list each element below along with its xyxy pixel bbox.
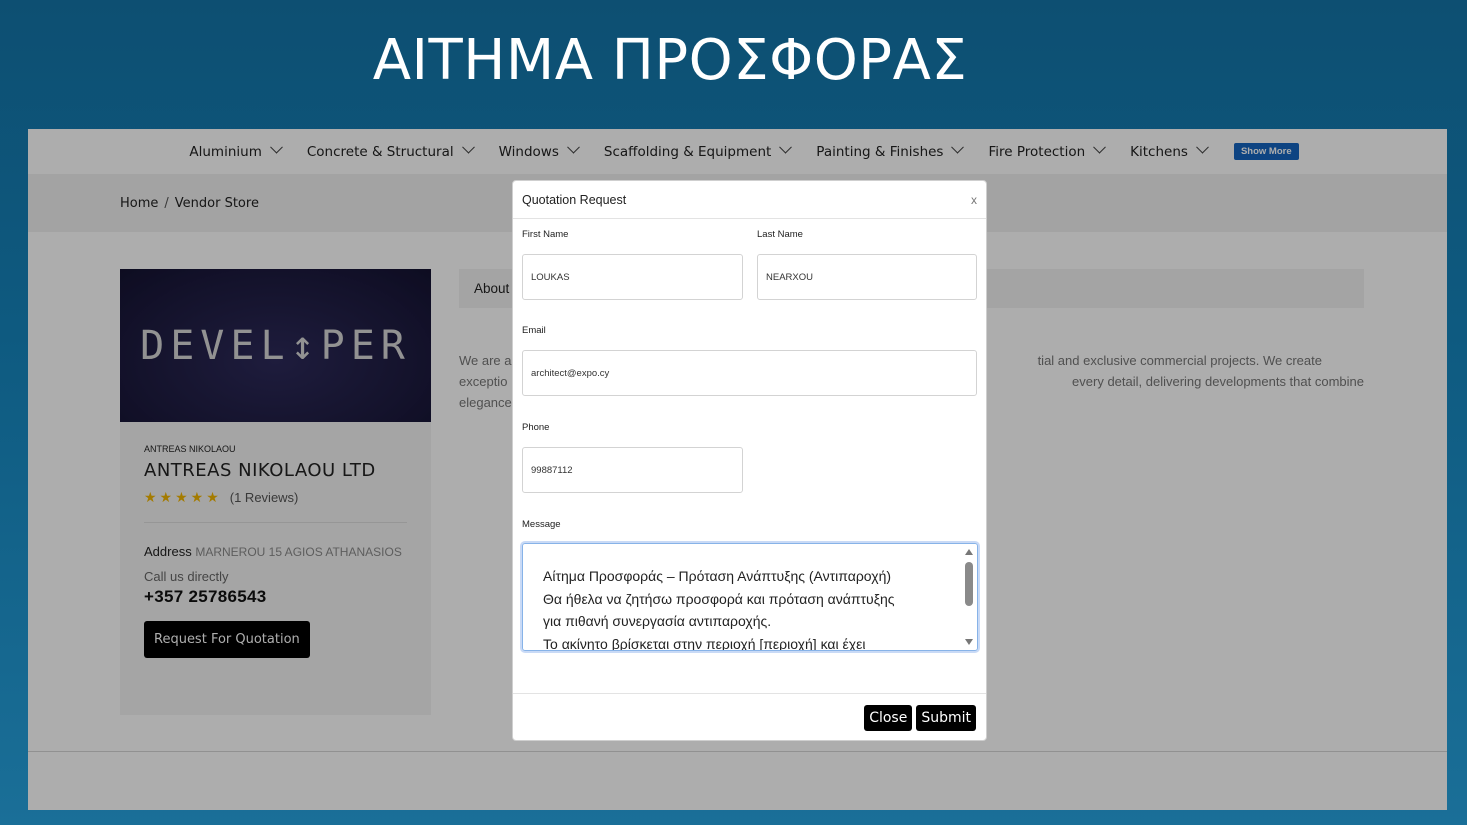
modal-title: Quotation Request [522,192,627,207]
scroll-up-arrow-icon[interactable] [965,549,973,555]
quotation-modal: Quotation Request x First Name LOUKAS La… [512,180,987,741]
message-line: Θα ήθελα να ζητήσω προσφορά και πρόταση … [543,590,895,607]
first-name-value: LOUKAS [531,271,570,283]
last-name-label: Last Name [757,229,803,240]
email-field[interactable]: architect@expo.cy [522,350,977,396]
phone-field[interactable]: 99887112 [522,447,743,493]
message-line: για πιθανή συνεργασία αντιπαροχής. [543,613,772,629]
scroll-thumb[interactable] [965,562,973,606]
message-scrollbar[interactable] [964,547,974,647]
close-icon[interactable]: x [971,193,977,207]
modal-header: Quotation Request x [513,181,986,219]
submit-button[interactable]: Submit [916,704,976,731]
phone-label: Phone [522,422,550,433]
last-name-field[interactable]: NEARXOU [757,254,977,300]
email-label: Email [522,325,546,336]
first-name-field[interactable]: LOUKAS [522,254,743,300]
first-name-label: First Name [522,229,569,240]
slide-title: ΑΙΤΗΜΑ ΠΡΟΣΦΟΡΑΣ [372,28,968,93]
phone-value: 99887112 [531,464,573,476]
scroll-down-arrow-icon[interactable] [965,639,973,645]
message-line: Αίτημα Προσφοράς – Πρόταση Ανάπτυξης (Αν… [543,568,892,584]
close-button[interactable]: Close [864,704,913,731]
message-line: Το ακίνητο βρίσκεται στην περιοχή [περιο… [543,635,866,651]
last-name-value: NEARXOU [766,271,813,283]
modal-footer: Close Submit [513,693,986,741]
email-value: architect@expo.cy [531,367,610,379]
message-textarea[interactable]: Αίτημα Προσφοράς – Πρόταση Ανάπτυξης (Αν… [522,543,978,651]
message-label: Message [522,519,561,530]
